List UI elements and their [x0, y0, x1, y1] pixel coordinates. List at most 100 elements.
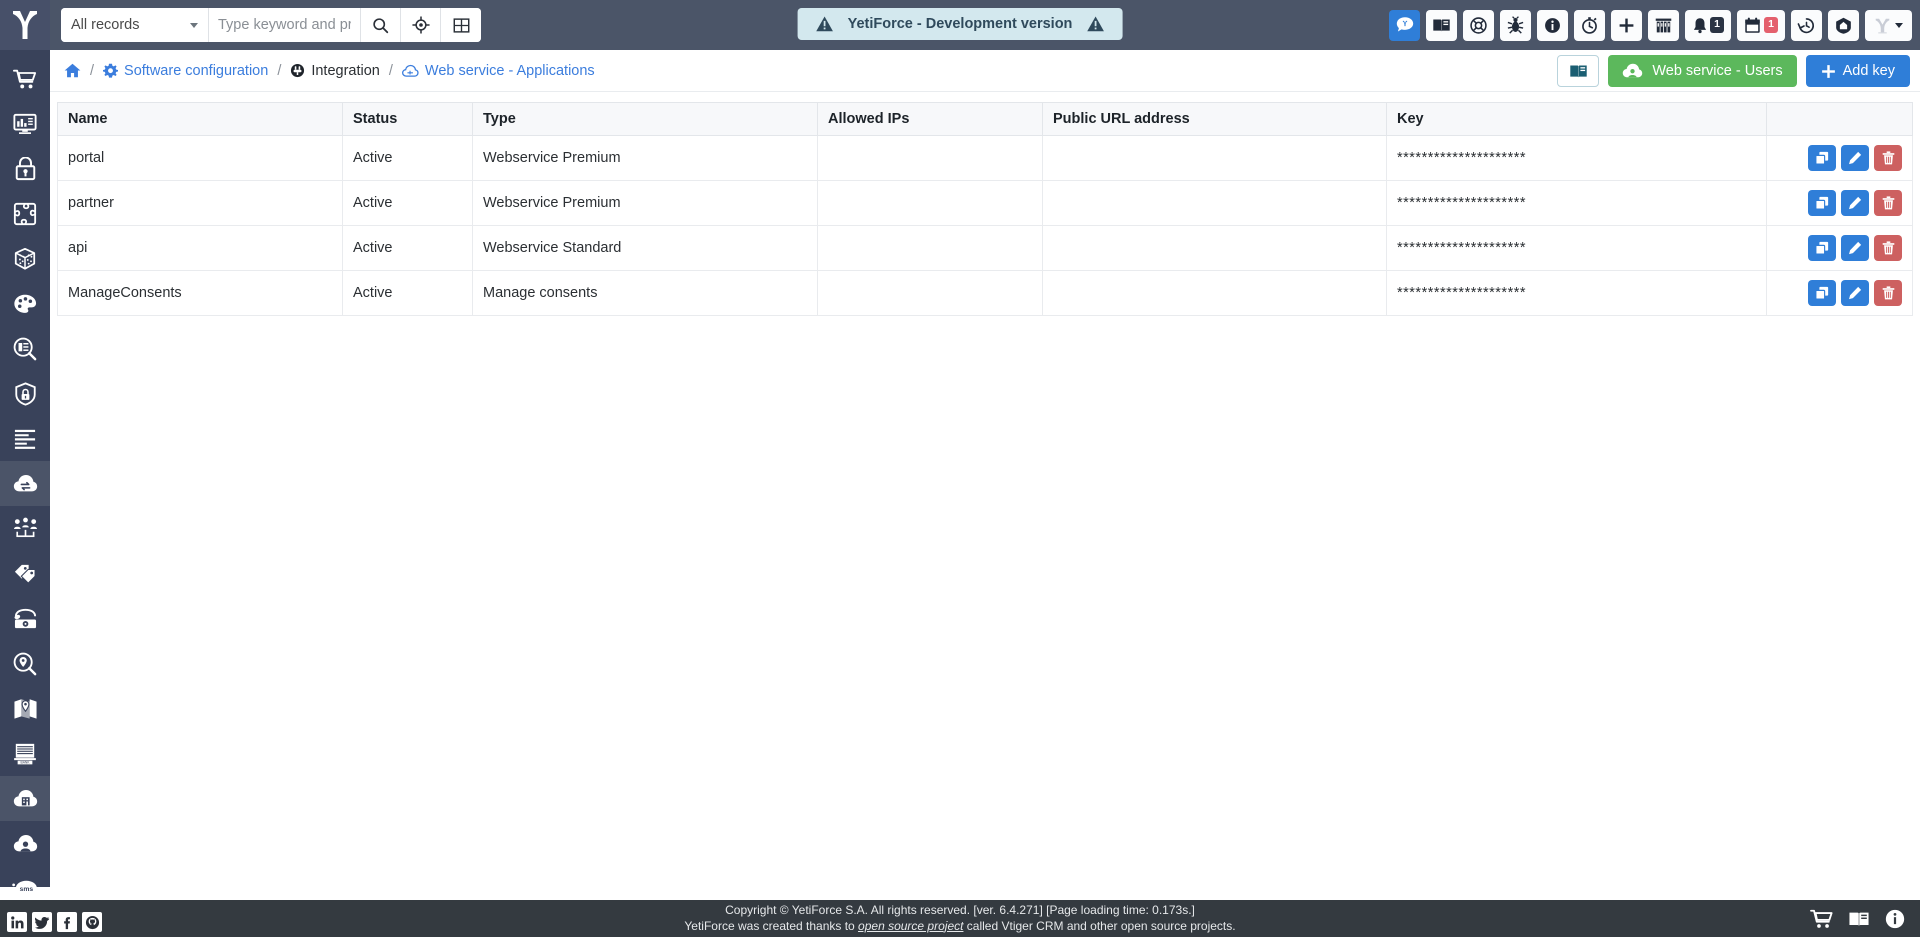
pencil-icon [1849, 151, 1862, 165]
cloud-building-icon [13, 789, 37, 806]
column-header-allowed-ips[interactable]: Allowed IPs [817, 102, 1043, 136]
cell-key: ********************* [1386, 135, 1767, 181]
development-version-badge[interactable]: YetiForce - Development version [797, 8, 1123, 40]
search-target-button[interactable] [401, 8, 441, 42]
sidebar-item-integration[interactable] [0, 461, 50, 506]
documentation-button[interactable] [1426, 9, 1457, 41]
quick-create-button[interactable] [1611, 9, 1642, 41]
edit-button[interactable] [1841, 145, 1869, 171]
sidebar-item-modules[interactable] [0, 191, 50, 236]
column-header-key[interactable]: Key [1386, 102, 1767, 136]
column-header-name[interactable]: Name [57, 102, 343, 136]
sidebar-item-blocks[interactable] [0, 236, 50, 281]
column-header-public-url[interactable]: Public URL address [1042, 102, 1387, 136]
sidebar-item-tags[interactable] [0, 551, 50, 596]
footer-info-button[interactable] [1884, 908, 1906, 930]
copy-button[interactable] [1808, 280, 1836, 306]
cell-allowed-ips [817, 135, 1043, 181]
sidebar-item-cart[interactable] [0, 56, 50, 101]
sidebar-item-cloud-users[interactable] [0, 821, 50, 866]
web-service-users-button[interactable]: Web service - Users [1608, 55, 1797, 87]
column-header-actions [1766, 102, 1913, 136]
calendar-icon [1744, 17, 1760, 33]
page-action-buttons: Web service - Users Add key [1557, 55, 1910, 87]
sidebar-item-logs[interactable] [0, 416, 50, 461]
info-circle-icon [1885, 909, 1905, 928]
time-control-button[interactable] [1574, 9, 1605, 41]
table-row[interactable]: ManageConsents Active Manage consents **… [57, 270, 1913, 316]
breadcrumb-item-web-service-applications[interactable]: Web service - Applications [401, 63, 595, 79]
manual-button[interactable] [1557, 55, 1600, 87]
app-logo[interactable] [0, 0, 50, 50]
footer-credits: YetiForce was created thanks to open sou… [684, 919, 1235, 935]
twitter-icon[interactable] [32, 912, 52, 932]
sidebar-item-maps[interactable] [0, 686, 50, 731]
notifications-button[interactable]: 1 [1685, 9, 1731, 41]
add-key-button[interactable]: Add key [1805, 55, 1910, 87]
delete-button[interactable] [1874, 235, 1902, 261]
information-button[interactable] [1537, 9, 1568, 41]
history-icon [1797, 17, 1815, 33]
user-menu-button[interactable] [1865, 9, 1912, 41]
table-row[interactable]: partner Active Webservice Premium ******… [57, 180, 1913, 226]
delete-button[interactable] [1874, 280, 1902, 306]
footer-credits-before: YetiForce was created thanks to [684, 918, 859, 933]
trash-icon [1882, 286, 1894, 300]
sidebar-item-map-search[interactable] [0, 641, 50, 686]
sidebar-item-bank[interactable]: BANK [0, 731, 50, 776]
page-footer: Copyright © YetiForce S.A. All rights re… [0, 900, 1920, 937]
search-grid-button[interactable] [441, 8, 481, 42]
table-row[interactable]: api Active Webservice Standard *********… [57, 225, 1913, 271]
pencil-icon [1849, 196, 1862, 210]
column-header-type[interactable]: Type [472, 102, 818, 136]
cell-name: partner [57, 180, 343, 226]
cell-allowed-ips [817, 270, 1043, 316]
sidebar-item-webservice[interactable] [0, 776, 50, 821]
breadcrumb-separator: / [277, 62, 282, 79]
edit-button[interactable] [1841, 190, 1869, 216]
search-scope-select[interactable]: All records [61, 8, 209, 42]
archive-button[interactable] [1648, 9, 1679, 41]
breadcrumb-item-software-configuration[interactable]: Software configuration [103, 63, 268, 79]
palette-icon [14, 294, 37, 313]
footer-cart-button[interactable] [1810, 908, 1834, 930]
delete-button[interactable] [1874, 145, 1902, 171]
open-source-project-link[interactable]: open source project [858, 919, 963, 933]
report-bug-button[interactable] [1500, 9, 1531, 41]
breadcrumb-home[interactable] [64, 63, 81, 78]
sidebar-item-dashboard[interactable] [0, 101, 50, 146]
home-button[interactable] [1828, 9, 1859, 41]
sidebar-item-telephony[interactable] [0, 596, 50, 641]
sidebar-item-organization[interactable] [0, 506, 50, 551]
sidebar-item-security[interactable] [0, 146, 50, 191]
linkedin-icon[interactable] [7, 912, 27, 932]
delete-button[interactable] [1874, 190, 1902, 216]
column-header-status[interactable]: Status [342, 102, 473, 136]
search-input[interactable] [209, 8, 361, 42]
table-header-row: Name Status Type Allowed IPs Public URL … [57, 102, 1913, 136]
edit-button[interactable] [1841, 280, 1869, 306]
chat-button[interactable] [1389, 9, 1420, 41]
chevron-down-icon [190, 22, 198, 28]
edit-button[interactable] [1841, 235, 1869, 261]
sidebar-item-privileges[interactable] [0, 371, 50, 416]
footer-documentation-button[interactable] [1848, 909, 1870, 929]
sidebar-item-appearance[interactable] [0, 281, 50, 326]
lifebuoy-icon [1470, 16, 1487, 34]
copy-button[interactable] [1808, 235, 1836, 261]
breadcrumb-label: Integration [311, 62, 380, 79]
support-button[interactable] [1463, 9, 1494, 41]
calendar-button[interactable]: 1 [1737, 9, 1785, 41]
copy-button[interactable] [1808, 145, 1836, 171]
svg-text:BANK: BANK [21, 761, 31, 765]
table-row[interactable]: portal Active Webservice Premium *******… [57, 135, 1913, 181]
sidebar-item-search-config[interactable] [0, 326, 50, 371]
search-submit-button[interactable] [361, 8, 401, 42]
facebook-icon[interactable] [57, 912, 77, 932]
cell-actions [1766, 225, 1913, 271]
development-version-label: YetiForce - Development version [847, 16, 1073, 32]
breadcrumb-item-integration[interactable]: Integration [290, 63, 380, 79]
github-icon[interactable] [82, 912, 102, 932]
copy-button[interactable] [1808, 190, 1836, 216]
history-button[interactable] [1791, 9, 1822, 41]
